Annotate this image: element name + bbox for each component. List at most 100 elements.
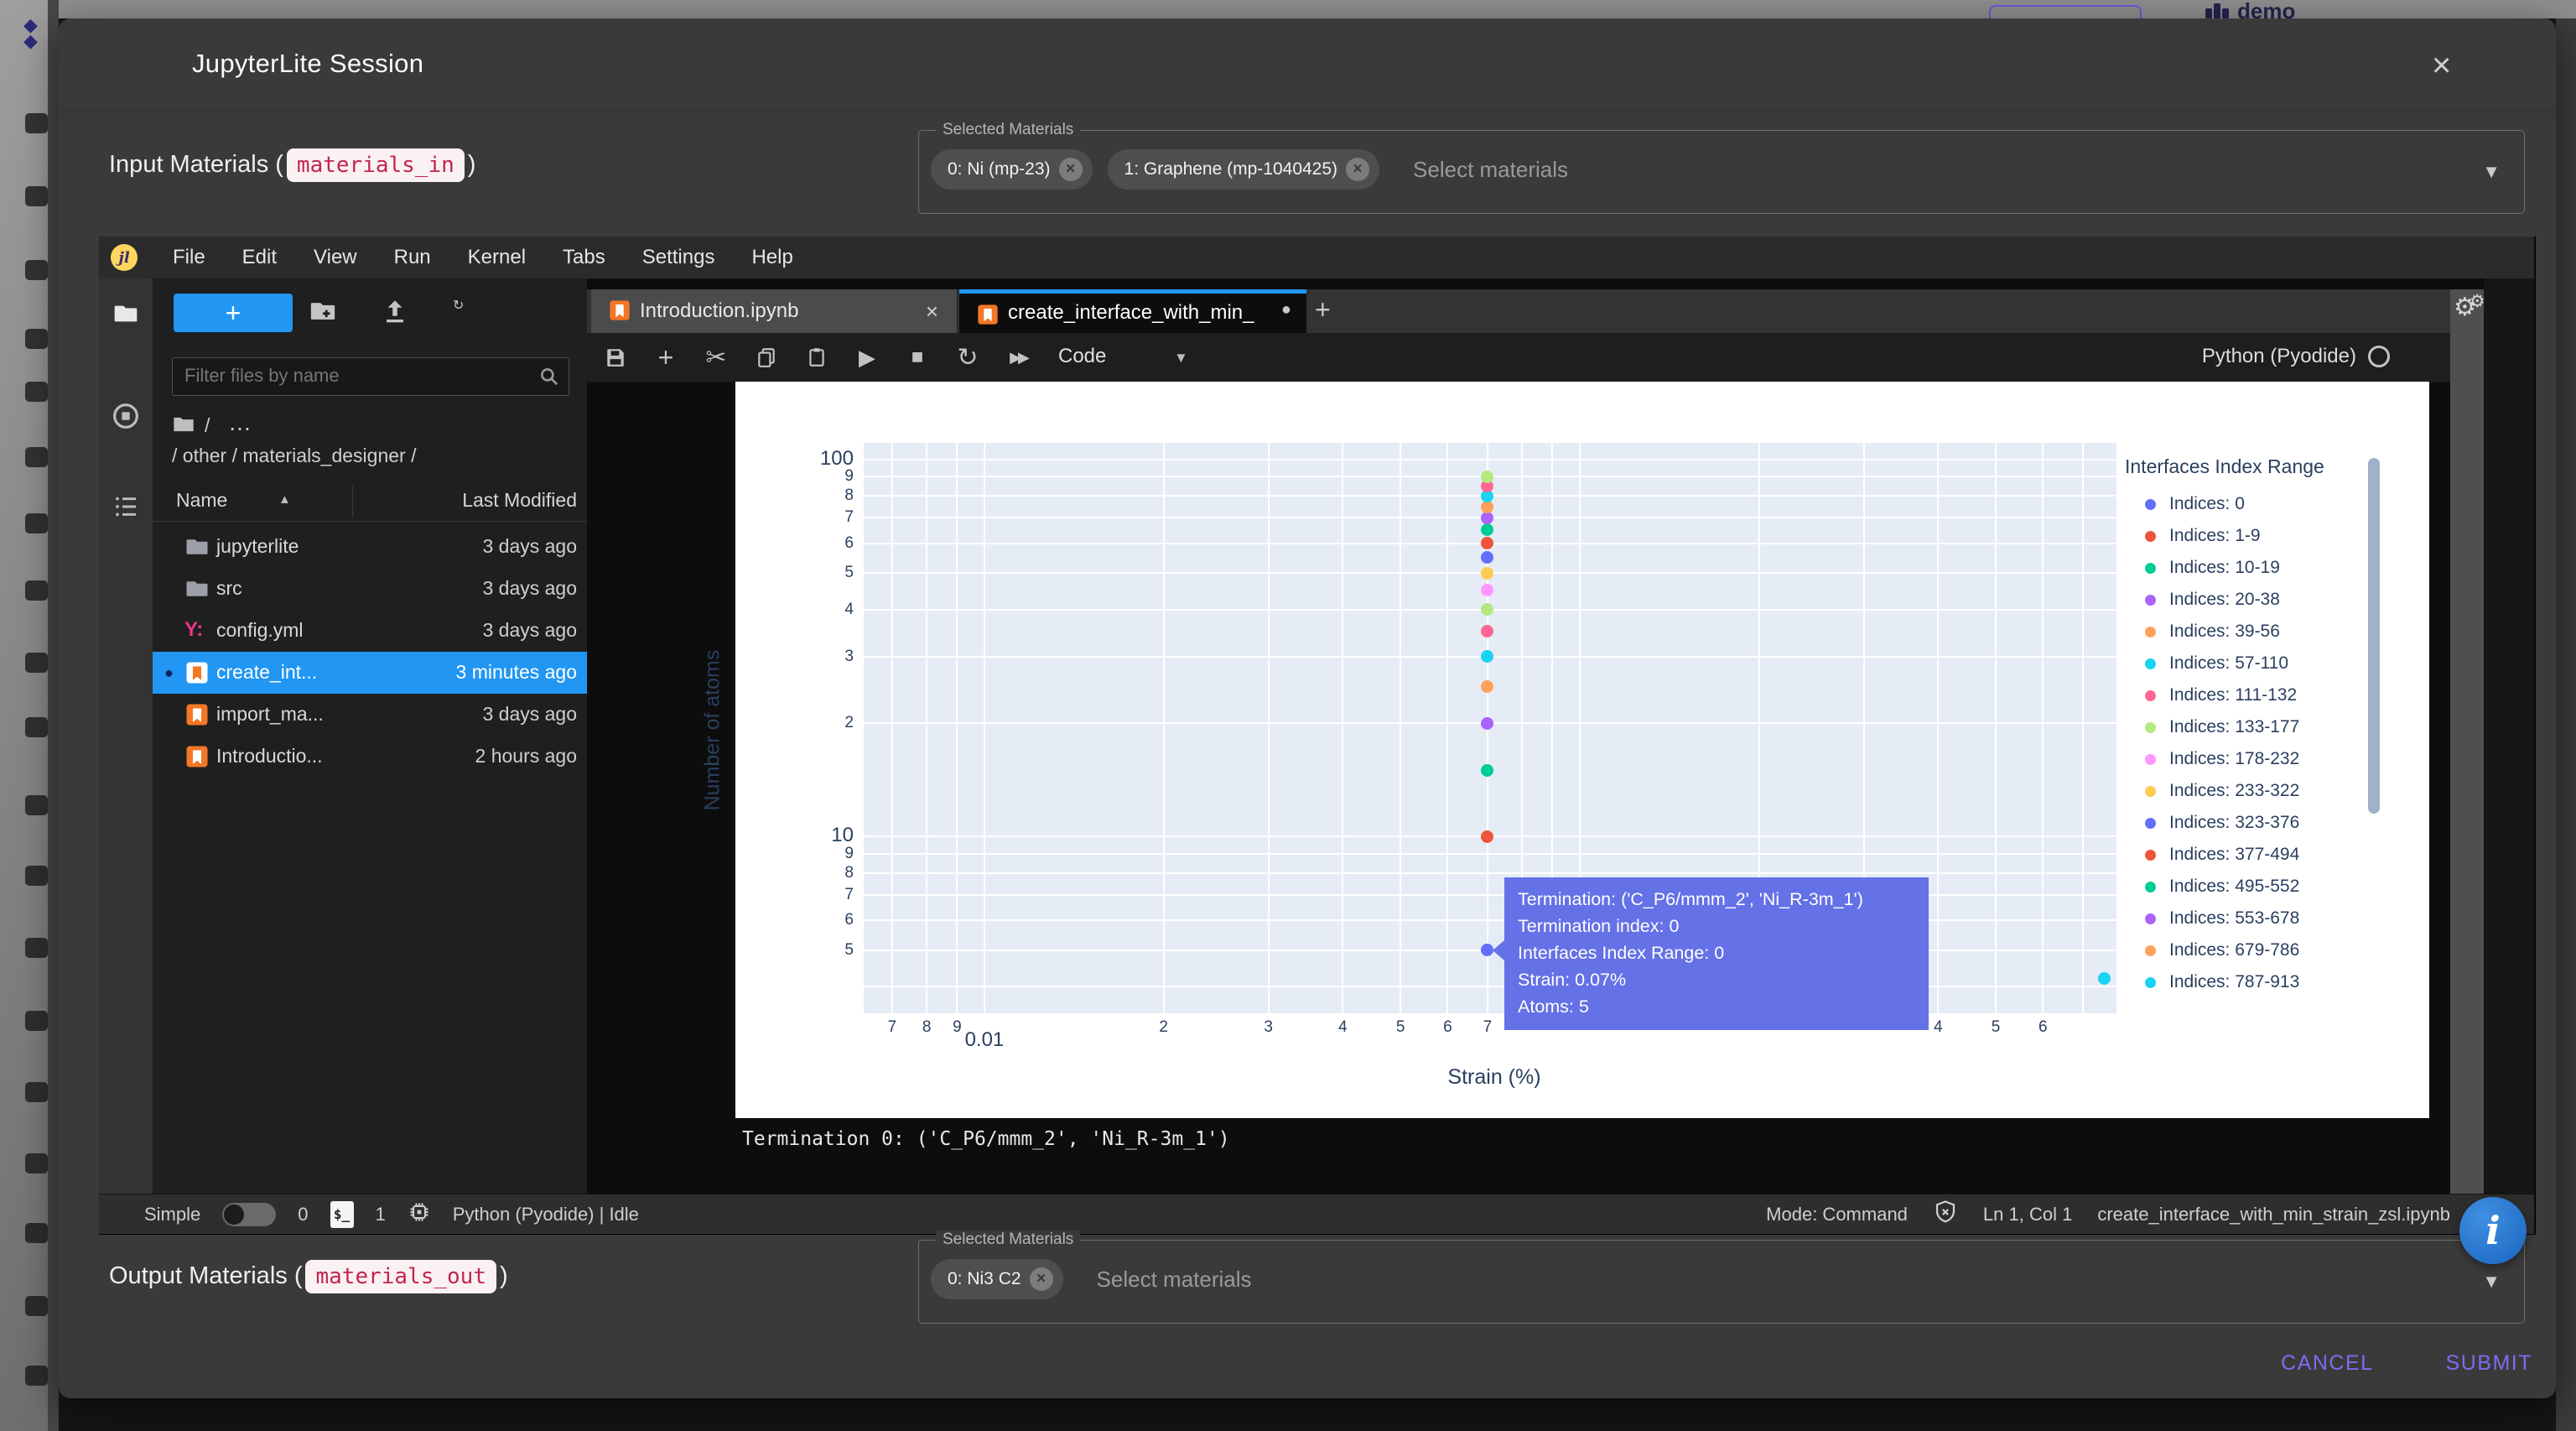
legend-entry[interactable]: Indices: 553-678 [2125,903,2380,934]
running-kernels-icon[interactable] [112,403,139,434]
close-icon[interactable]: × [2432,49,2451,82]
restart-run-all-icon[interactable]: ▶▶ [1000,333,1036,382]
command-mode-label[interactable]: Mode: Command [1766,1204,1908,1225]
legend-entry[interactable]: Indices: 57-110 [2125,648,2380,679]
new-folder-icon[interactable] [309,297,337,330]
cell-type-select[interactable]: Code [1058,345,1106,368]
menu-settings[interactable]: Settings [624,246,734,269]
breadcrumb-path[interactable]: / other / materials_designer / [172,445,416,467]
input-material-placeholder[interactable]: Select materials [1413,157,1568,183]
breadcrumb-ellipsis[interactable]: … [228,409,252,436]
menu-file[interactable]: File [154,246,224,269]
upload-icon[interactable] [381,297,409,330]
chip-remove-icon[interactable]: × [1346,158,1369,181]
cursor-position[interactable]: Ln 1, Col 1 [1983,1204,2072,1225]
tab-close-icon[interactable]: × [926,299,938,325]
new-launcher-button[interactable]: + [174,294,293,332]
output-materials-select[interactable]: Selected Materials 0: Ni3 C2×Select mate… [918,1240,2525,1324]
legend-entry[interactable]: Indices: 495-552 [2125,871,2380,903]
legend-entry[interactable]: Indices: 39-56 [2125,616,2380,648]
info-button[interactable]: i [2459,1197,2527,1264]
tab-create-interface-notebook[interactable]: create_interface_with_min_ ● [959,289,1306,333]
menu-view[interactable]: View [295,246,376,269]
tooltip-arrow [1493,940,1504,960]
cpu-icon[interactable] [408,1200,431,1229]
file-list: jupyterlite3 days agosrc3 days agoY:conf… [153,526,587,778]
kernel-name[interactable]: Python (Pyodide) [2202,345,2356,368]
input-material-chip[interactable]: 1: Graphene (mp-1040425)× [1108,149,1380,190]
file-row[interactable]: Introductio...2 hours ago [153,736,587,778]
menu-help[interactable]: Help [733,246,811,269]
file-row[interactable]: ●create_int...3 minutes ago [153,652,587,694]
stop-kernel-icon[interactable]: ■ [899,333,936,382]
legend-swatch [2145,658,2156,669]
save-icon[interactable] [597,333,634,382]
legend-entry[interactable]: Indices: 20-38 [2125,584,2380,616]
filter-files-input[interactable] [172,357,569,396]
new-tab-icon[interactable]: + [1315,294,1331,325]
legend-entry[interactable]: Indices: 0 [2125,488,2380,520]
chip-remove-icon[interactable]: × [1030,1267,1053,1291]
cut-cells-icon[interactable]: ✂ [698,333,735,382]
menu-edit[interactable]: Edit [224,246,295,269]
kernel-status-text[interactable]: Python (Pyodide) | Idle [453,1204,639,1225]
unsaved-changes-dot[interactable]: ● [1281,300,1291,320]
legend-entry[interactable]: Indices: 10-19 [2125,552,2380,584]
file-row[interactable]: src3 days ago [153,568,587,610]
output-material-placeholder[interactable]: Select materials [1097,1267,1252,1293]
menu-kernel[interactable]: Kernel [449,246,544,269]
menu-run[interactable]: Run [376,246,449,269]
background-outlined-button[interactable] [1989,5,2142,18]
insert-cell-icon[interactable]: + [647,333,684,382]
legend-label: Indices: 133-177 [2169,717,2299,737]
column-name[interactable]: Name [176,489,227,512]
file-browser-icon[interactable] [112,300,139,331]
paste-cells-icon[interactable] [798,333,835,382]
legend-entry[interactable]: Indices: 111-132 [2125,679,2380,711]
chip-remove-icon[interactable]: × [1059,158,1083,181]
file-row[interactable]: import_ma...3 days ago [153,694,587,736]
x-tick-label: 4 [1317,1018,1368,1037]
submit-button[interactable]: SUBMIT [2446,1351,2532,1376]
chevron-down-icon[interactable]: ▼ [2482,161,2501,183]
notebook-file-icon [184,660,210,685]
legend-entry[interactable]: Indices: 323-376 [2125,807,2380,839]
legend-entry[interactable]: Indices: 233-322 [2125,775,2380,807]
refresh-icon[interactable]: ↻ [453,297,464,314]
chevron-down-icon[interactable]: ▼ [1174,350,1188,367]
tab-introduction-ipynb[interactable]: Introduction.ipynb × [591,289,958,333]
kernel-status-icon[interactable] [2368,346,2390,367]
legend-entry[interactable]: Indices: 1-9 [2125,520,2380,552]
legend-scrollbar[interactable] [2368,458,2380,814]
restart-kernel-icon[interactable]: ↻ [949,333,986,382]
gridline-y [864,894,2117,896]
copy-cells-icon[interactable] [748,333,785,382]
file-row[interactable]: jupyterlite3 days ago [153,526,587,568]
run-cell-icon[interactable]: ▶ [849,333,886,382]
input-materials-select[interactable]: Selected Materials 0: Ni (mp-23)×1: Grap… [918,130,2525,214]
cancel-button[interactable]: CANCEL [2281,1351,2373,1376]
table-of-contents-icon[interactable] [112,493,139,524]
breadcrumb-root[interactable]: / [205,414,210,437]
terminal-icon[interactable]: $_ [330,1201,354,1228]
output-material-chip[interactable]: 0: Ni3 C2× [931,1259,1063,1299]
status-bar-right: Mode: Command Ln 1, Col 1 create_interfa… [1766,1194,2450,1234]
legend-entry[interactable]: Indices: 133-177 [2125,711,2380,743]
file-row[interactable]: Y:config.yml3 days ago [153,610,587,652]
trust-shield-icon[interactable] [1933,1199,1958,1230]
file-modified: 2 hours ago [475,745,577,768]
legend-entry[interactable]: Indices: 679-786 [2125,934,2380,966]
legend-entry[interactable]: Indices: 377-494 [2125,839,2380,871]
chevron-down-icon[interactable]: ▼ [2482,1271,2501,1293]
gridline-x [2082,443,2084,1013]
input-material-chip[interactable]: 0: Ni (mp-23)× [931,149,1093,190]
legend-entry[interactable]: Indices: 787-913 [2125,966,2380,988]
breadcrumb-home-icon[interactable] [172,414,195,440]
column-last-modified[interactable]: Last Modified [462,489,577,512]
output-label-prefix: Output Materials ( [109,1262,302,1289]
legend-entry[interactable]: Indices: 178-232 [2125,743,2380,775]
menu-tabs[interactable]: Tabs [544,246,624,269]
simple-mode-toggle[interactable] [222,1203,276,1226]
filter-files-field[interactable] [173,358,538,393]
sort-ascending-icon[interactable]: ▲ [278,492,291,507]
